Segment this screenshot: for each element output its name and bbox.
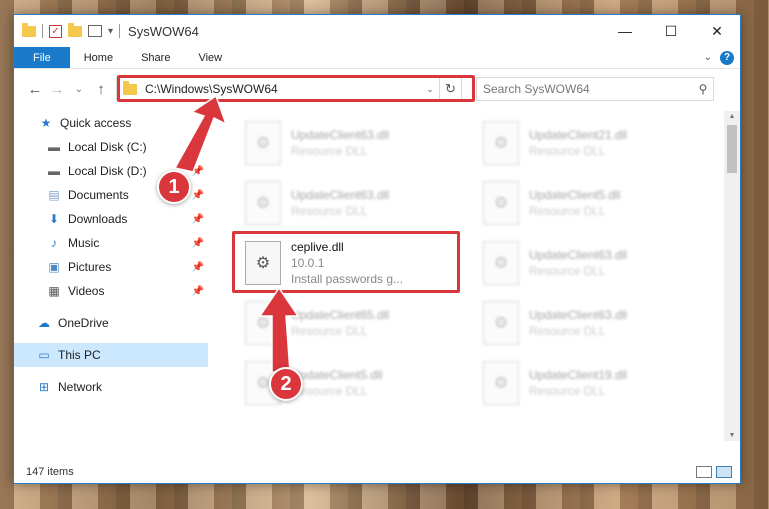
step-2-badge: 2 (269, 367, 303, 401)
arrow-1 (173, 94, 228, 173)
annotation-arrows (173, 94, 300, 373)
arrow-2 (258, 286, 300, 373)
step-1-badge: 1 (157, 170, 191, 204)
